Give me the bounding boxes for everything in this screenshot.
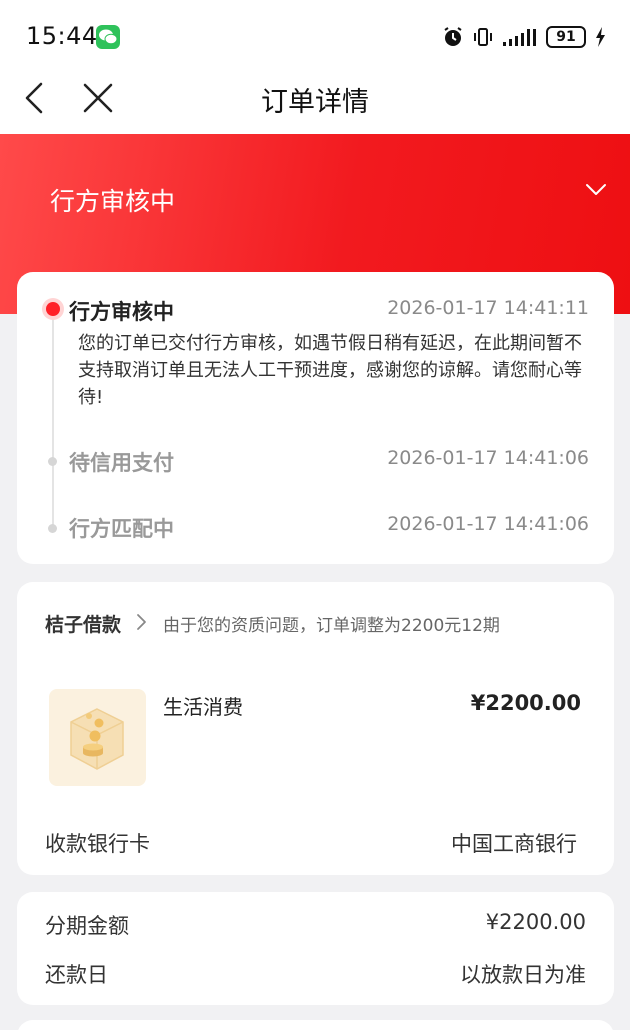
status-time: 15:44: [26, 22, 98, 50]
installment-amount-label: 分期金额: [45, 914, 129, 938]
loan-info-card: 桔子借款 由于您的资质问题，订单调整为2200元12期 生活消费 ¥2200.0…: [17, 582, 614, 875]
status-bar: 15:44 91: [0, 0, 630, 68]
chevron-down-icon[interactable]: [584, 182, 608, 198]
page-title: 订单详情: [261, 87, 369, 118]
wechat-icon: [96, 25, 120, 49]
timeline-dot: [48, 457, 57, 466]
next-card: [17, 1020, 614, 1030]
status-icons: 91: [442, 24, 606, 50]
loan-adjust-note: 由于您的资质问题，订单调整为2200元12期: [163, 616, 500, 636]
installment-plan-card: 分期金额 ¥2200.00 还款日 以放款日为准: [17, 892, 614, 1005]
timeline-step-description: 您的订单已交付行方审核，如遇节假日稍有延迟，在此期间暂不支持取消订单且无法人工干…: [78, 333, 582, 408]
timeline-dot: [48, 524, 57, 533]
chevron-right-icon[interactable]: [135, 613, 147, 631]
product-thumbnail: [49, 689, 146, 786]
vibrate-icon: [474, 28, 492, 46]
repayment-day-value: 以放款日为准: [460, 963, 586, 987]
bank-card-label: 收款银行卡: [45, 832, 150, 856]
loan-provider-link[interactable]: 桔子借款: [45, 610, 121, 637]
timeline-step-title: 行方审核中: [69, 300, 174, 324]
repayment-day-label: 还款日: [45, 963, 108, 987]
timeline-step-time: 2026-01-17 14:41:11: [387, 297, 589, 319]
timeline-step-time: 2026-01-17 14:41:06: [387, 447, 589, 469]
product-amount: ¥2200.00: [470, 691, 581, 715]
battery-icon: 91: [546, 26, 586, 48]
coin-box-icon: [70, 708, 124, 770]
nav-bar: 订单详情: [0, 68, 630, 134]
charging-icon: [596, 27, 605, 47]
signal-icon: [503, 29, 536, 46]
timeline-step-time: 2026-01-17 14:41:06: [387, 513, 589, 535]
banner-status-text: 行方审核中: [50, 187, 176, 216]
timeline-dot-active: [42, 298, 64, 320]
timeline-step-title: 待信用支付: [69, 451, 174, 475]
alarm-icon: [444, 27, 462, 46]
installment-amount-value: ¥2200.00: [485, 910, 586, 934]
product-name: 生活消费: [163, 695, 243, 719]
timeline-step-title: 行方匹配中: [69, 517, 174, 541]
bank-card-value: 中国工商银行: [451, 832, 577, 856]
progress-timeline-card: 行方审核中 2026-01-17 14:41:11 您的订单已交付行方审核，如遇…: [17, 272, 614, 564]
timeline-line: [52, 310, 54, 530]
